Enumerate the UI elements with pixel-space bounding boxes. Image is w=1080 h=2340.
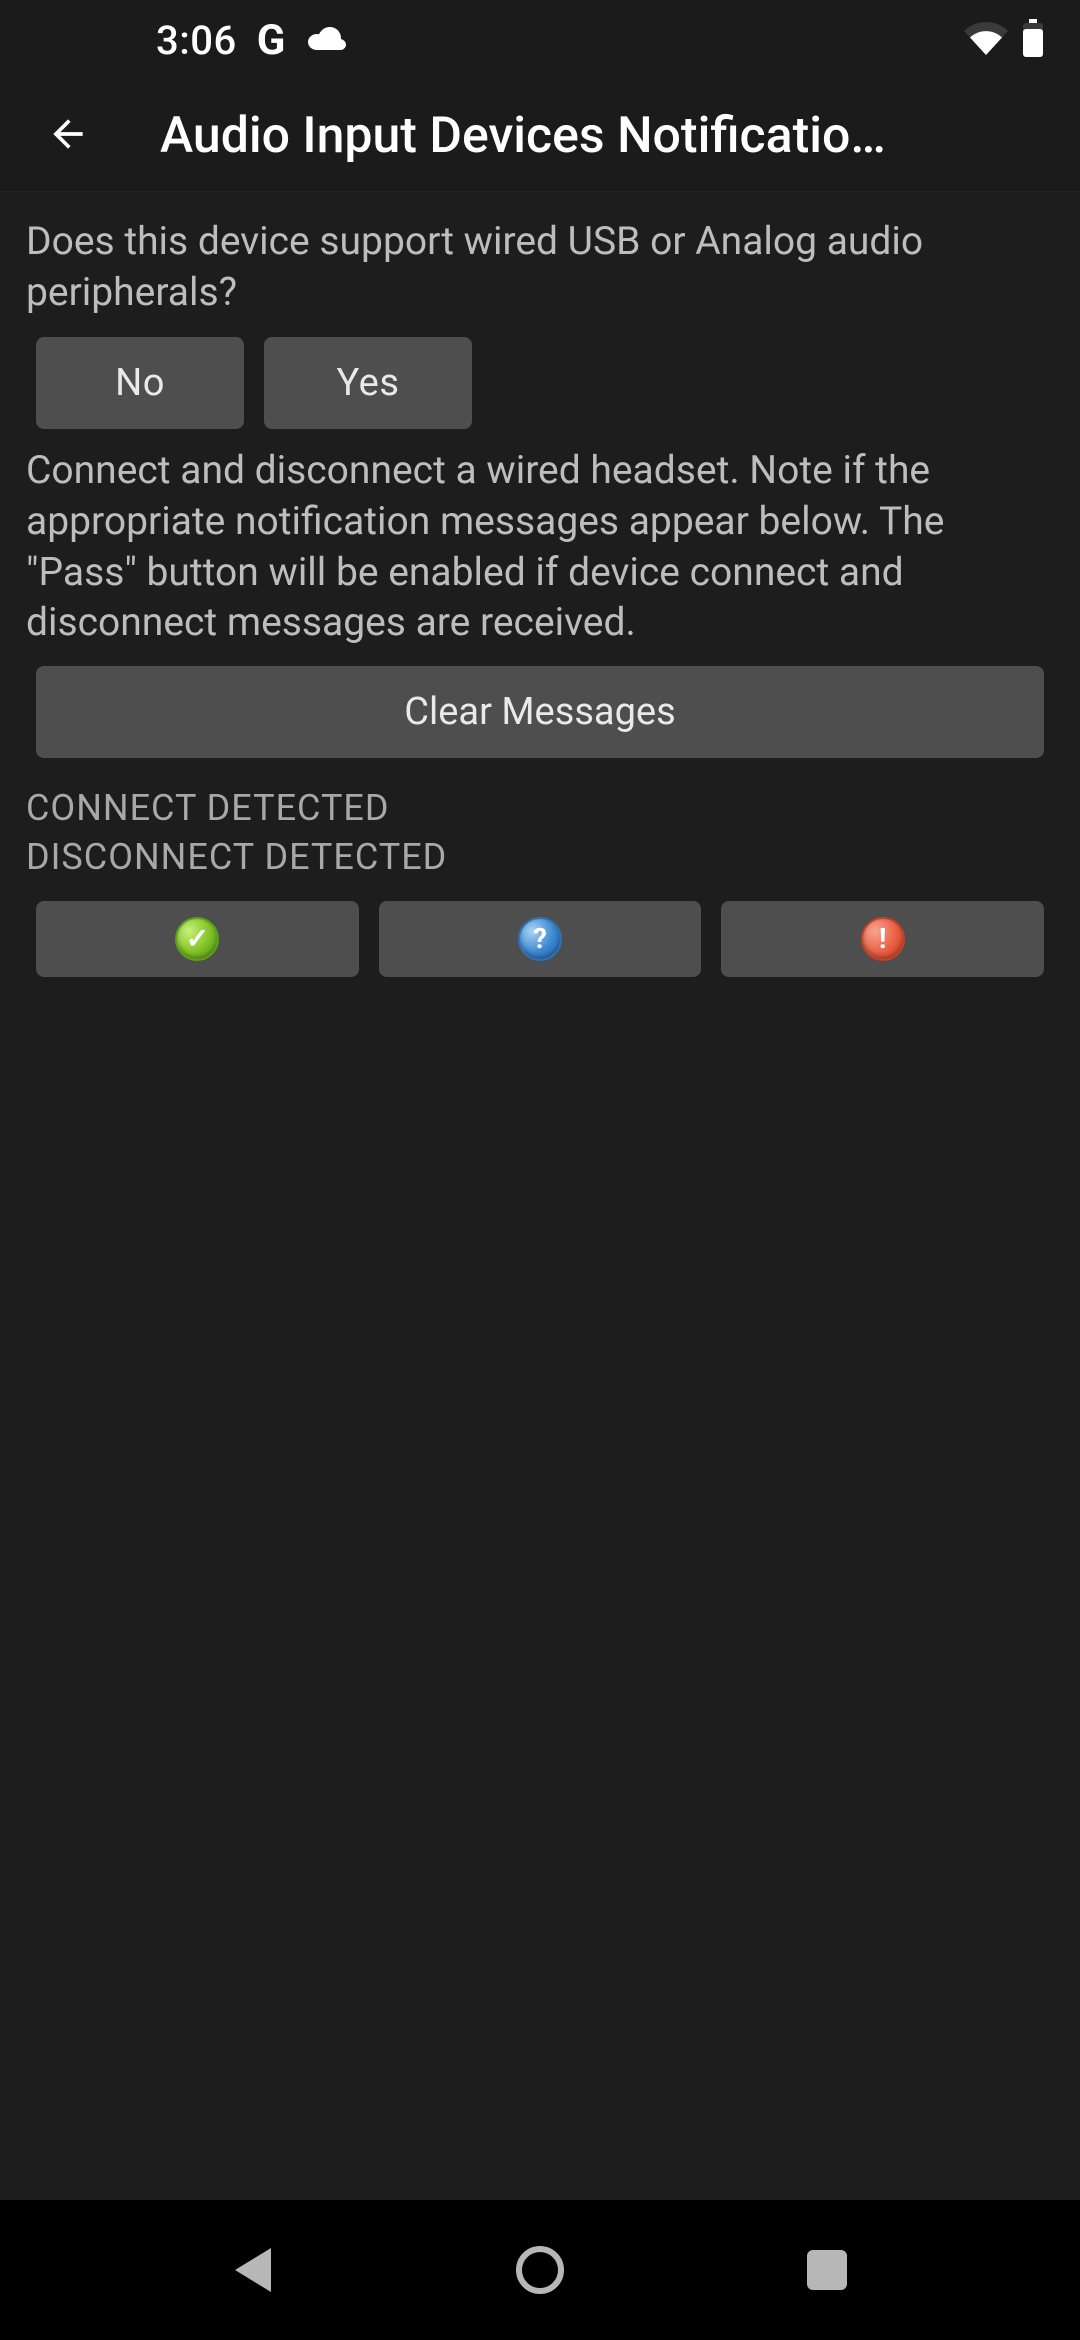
exclamation-icon: ! [861, 917, 905, 961]
no-button[interactable]: No [36, 337, 244, 429]
clear-messages-button[interactable]: Clear Messages [36, 666, 1044, 758]
cloud-icon [305, 26, 347, 54]
check-icon: ✓ [175, 917, 219, 961]
status-bar: 3:06 G [0, 0, 1080, 80]
screen: 3:06 G [0, 0, 1080, 2340]
question-glyph: ? [533, 925, 547, 953]
fail-button[interactable]: ! [721, 901, 1044, 977]
answer-button-row: No Yes [36, 337, 1054, 429]
message-line: DISCONNECT DETECTED [26, 833, 1054, 882]
navigation-bar [0, 2200, 1080, 2340]
battery-icon [1022, 19, 1044, 61]
no-button-label: No [115, 361, 165, 405]
yes-button[interactable]: Yes [264, 337, 472, 429]
app-bar: Audio Input Devices Notificatio… [0, 80, 1080, 192]
circle-home-icon [516, 2246, 564, 2294]
nav-recents-button[interactable] [767, 2210, 887, 2330]
yes-button-label: Yes [337, 361, 400, 405]
arrow-back-icon [46, 112, 90, 160]
page-title: Audio Input Devices Notificatio… [116, 107, 1056, 165]
nav-back-button[interactable] [193, 2210, 313, 2330]
main-content: Does this device support wired USB or An… [0, 192, 1080, 2200]
instructions-text: Connect and disconnect a wired headset. … [26, 445, 1054, 648]
square-recents-icon [807, 2250, 847, 2290]
question-icon: ? [518, 917, 562, 961]
back-button[interactable] [20, 88, 116, 184]
info-button[interactable]: ? [379, 901, 702, 977]
clear-messages-label: Clear Messages [404, 690, 675, 734]
message-line: CONNECT DETECTED [26, 784, 1054, 833]
pass-button[interactable]: ✓ [36, 901, 359, 977]
result-button-row: ✓ ? ! [36, 901, 1044, 977]
status-bar-left: 3:06 G [36, 16, 347, 65]
support-question: Does this device support wired USB or An… [26, 216, 1054, 317]
status-time: 3:06 [156, 17, 237, 64]
google-indicator-icon: G [257, 16, 286, 65]
exclamation-glyph: ! [879, 925, 887, 953]
nav-home-button[interactable] [480, 2210, 600, 2330]
check-glyph: ✓ [186, 925, 209, 953]
triangle-back-icon [235, 2248, 271, 2292]
status-bar-right [964, 19, 1044, 61]
messages-area: CONNECT DETECTED DISCONNECT DETECTED [26, 784, 1054, 881]
wifi-icon [964, 21, 1008, 59]
